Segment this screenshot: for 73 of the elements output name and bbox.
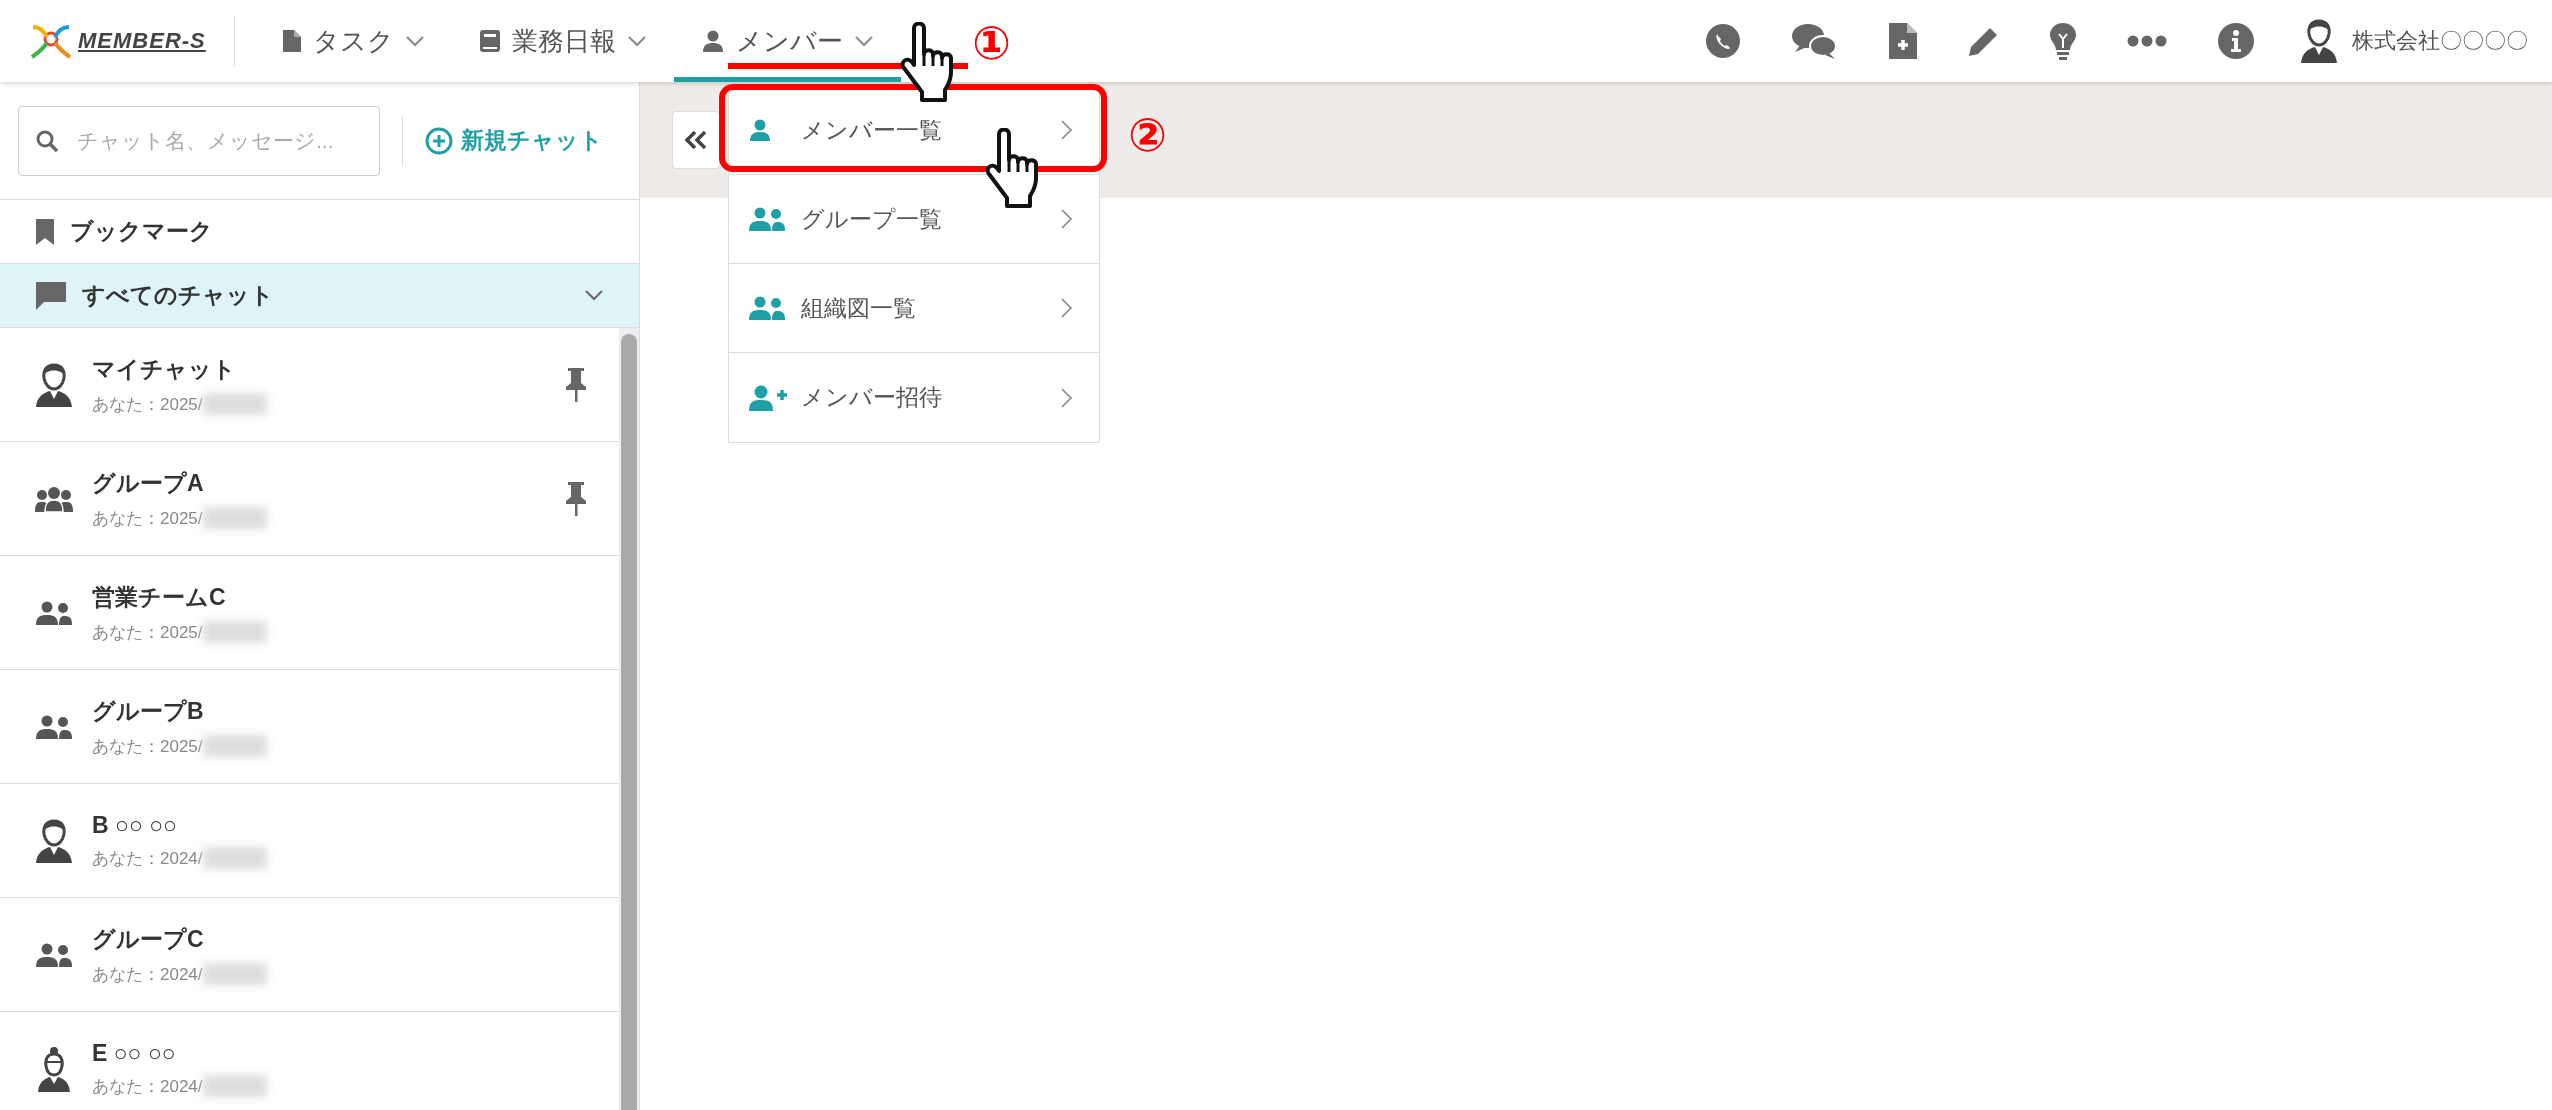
- chat-item[interactable]: グループB あなた：2025/: [0, 670, 619, 784]
- person-icon: [749, 119, 771, 141]
- info-icon[interactable]: [2217, 22, 2255, 60]
- more-icon[interactable]: [2127, 35, 2167, 47]
- lightbulb-icon[interactable]: [2049, 22, 2077, 60]
- chat-bubble-icon: [36, 281, 66, 310]
- collapse-button[interactable]: [672, 111, 720, 169]
- document-icon: [282, 30, 301, 52]
- blurred-date: [202, 963, 267, 985]
- chat-item[interactable]: 営業チームC あなた：2025/: [0, 556, 619, 670]
- chat-preview: あなた：2025/: [92, 621, 203, 644]
- chat-name: B ○○ ○○: [92, 811, 178, 839]
- add-document-icon[interactable]: [1889, 23, 1917, 59]
- chat-name: グループC: [92, 924, 205, 954]
- chat-preview: あなた：2024/: [92, 963, 203, 986]
- chat-name: マイチャット: [92, 354, 237, 384]
- nav-tab[interactable]: 業務日報: [451, 5, 674, 82]
- chevron-down-icon: [627, 35, 646, 47]
- chat-preview: あなた：2025/: [92, 507, 203, 530]
- chat-item[interactable]: グループA あなた：2025/: [0, 442, 619, 556]
- chevron-right-icon: [1061, 387, 1073, 408]
- company-name[interactable]: 株式会社〇〇〇〇: [2352, 26, 2528, 56]
- blurred-date: [202, 735, 267, 757]
- chevron-right-icon: [1061, 298, 1073, 318]
- chat-preview: あなた：2024/: [92, 1075, 203, 1098]
- chat-item[interactable]: E ○○ ○○ あなた：2024/: [0, 1012, 619, 1110]
- plus-circle-icon: [425, 126, 453, 155]
- person-icon: [34, 818, 74, 863]
- chevron-right-icon: [1061, 120, 1073, 140]
- chat-item[interactable]: マイチャット あなた：2025/: [0, 328, 619, 442]
- chat-name: E ○○ ○○: [92, 1039, 177, 1067]
- chat-item[interactable]: グループC あなた：2024/: [0, 898, 619, 1012]
- chat-name: グループA: [92, 468, 205, 498]
- add-person-icon: [749, 384, 789, 411]
- double-chevron-icon: [685, 130, 707, 150]
- chat-name: グループB: [92, 696, 205, 726]
- bookmark-icon: [36, 218, 54, 245]
- step-number: ②: [1128, 112, 1167, 158]
- step-number: ①: [972, 20, 1011, 66]
- chevron-down-icon: [405, 35, 424, 47]
- pin-icon[interactable]: [565, 367, 587, 402]
- blurred-date: [202, 393, 267, 415]
- chat-item[interactable]: B ○○ ○○ あなた：2024/: [0, 784, 619, 898]
- nav-tab[interactable]: タスク: [254, 5, 452, 82]
- group-icon: [749, 207, 785, 231]
- logo-text: MEMBER-S: [78, 28, 206, 54]
- menu-item[interactable]: メンバー招待: [729, 353, 1099, 442]
- book-icon: [479, 30, 500, 52]
- all-chats-item[interactable]: すべてのチャット: [0, 264, 639, 328]
- group-icon: [34, 600, 74, 625]
- group-icon: [34, 714, 74, 739]
- chevron-right-icon: [1061, 209, 1073, 229]
- chat-preview: あなた：2025/: [92, 735, 203, 758]
- blurred-date: [202, 847, 267, 869]
- phone-icon[interactable]: [1705, 23, 1741, 59]
- chat-preview: あなた：2024/: [92, 847, 203, 870]
- pin-icon[interactable]: [565, 481, 587, 516]
- search-field[interactable]: チャット名、メッセージ...: [18, 105, 380, 176]
- chevron-down-icon: [854, 35, 873, 47]
- group-icon: [34, 485, 74, 512]
- blurred-date: [202, 507, 267, 529]
- chat-name: 営業チームC: [92, 582, 227, 612]
- person-icon: [34, 362, 74, 407]
- scrollbar[interactable]: [621, 334, 637, 1110]
- blurred-date: [202, 1075, 267, 1097]
- group-icon: [34, 942, 74, 967]
- person-icon: [701, 30, 724, 52]
- chat-preview: あなた：2025/: [92, 393, 203, 416]
- search-icon: [36, 129, 58, 152]
- blurred-date: [202, 621, 267, 643]
- user-avatar-icon[interactable]: [2300, 19, 2338, 63]
- group-icon: [749, 296, 785, 320]
- menu-item[interactable]: 組織図一覧: [729, 264, 1099, 353]
